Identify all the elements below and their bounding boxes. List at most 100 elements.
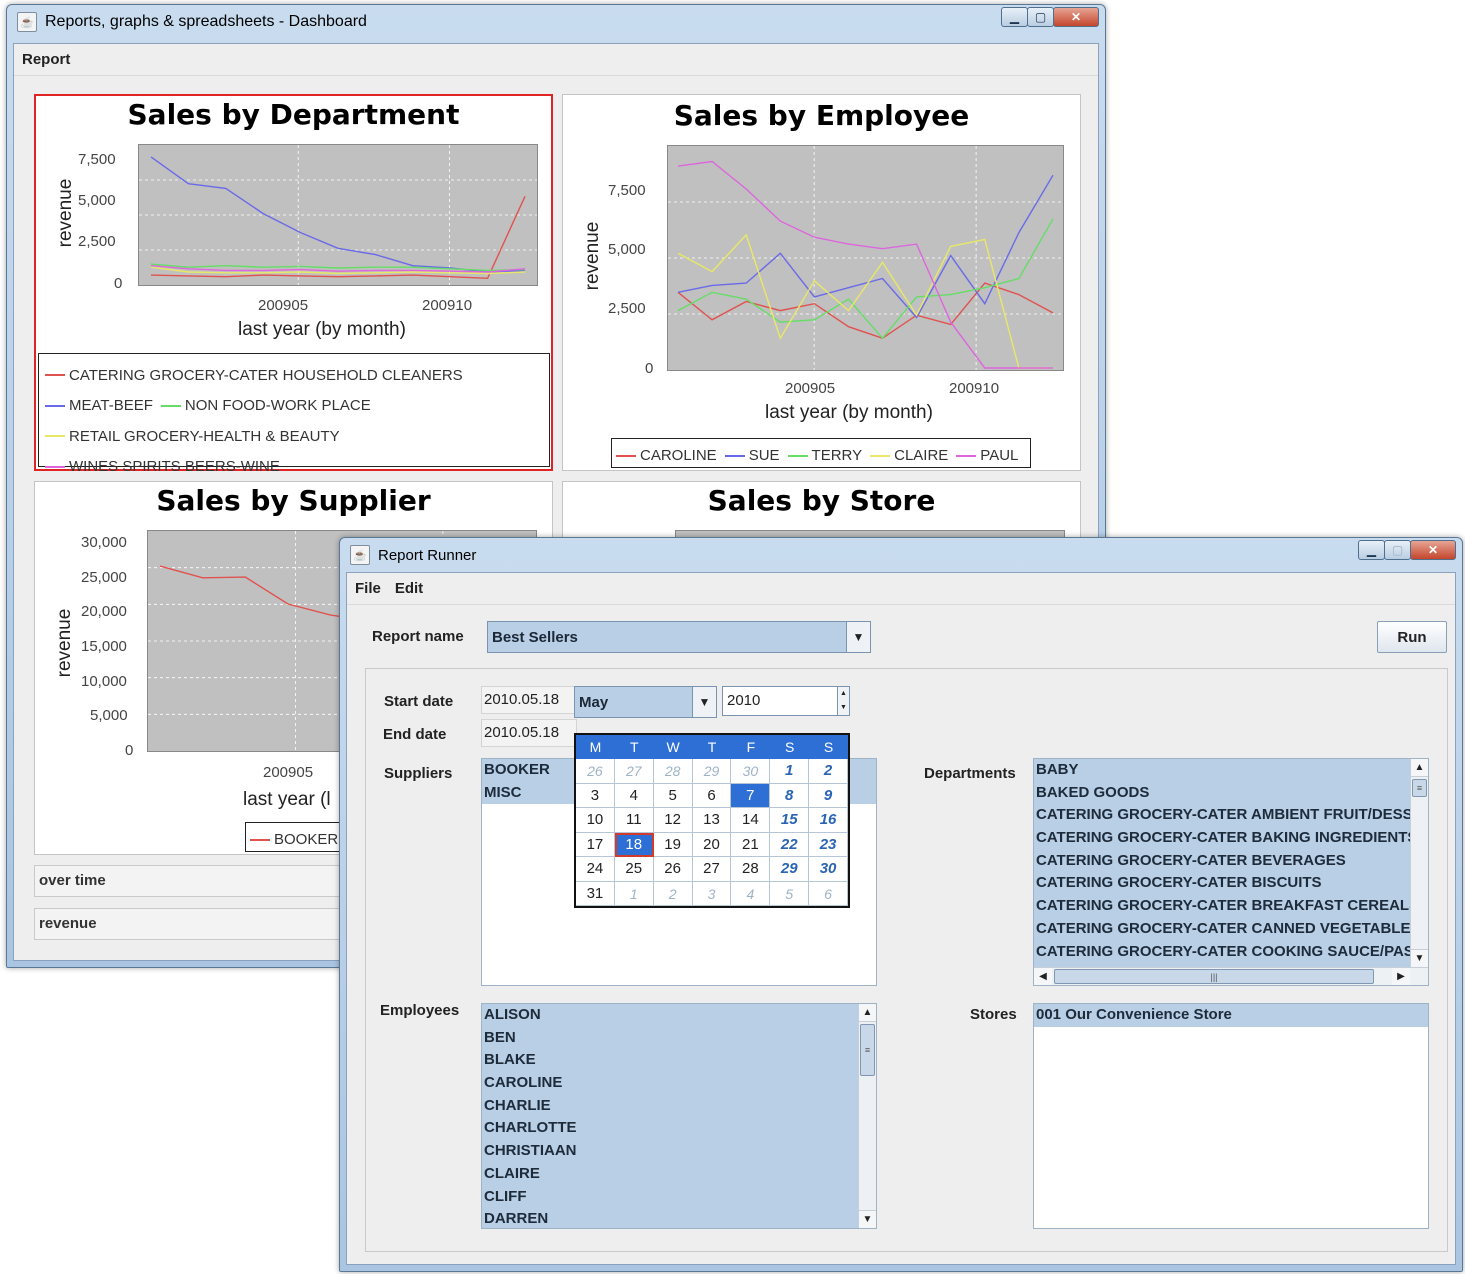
list-item[interactable]: BAKED GOODS bbox=[1034, 781, 1410, 805]
calendar-day[interactable]: 23 bbox=[809, 832, 848, 857]
calendar-day[interactable]: 17 bbox=[576, 832, 615, 857]
employees-vscroll[interactable]: ▲ ≡ ▼ bbox=[858, 1004, 876, 1228]
calendar-day-highlighted[interactable]: 7 bbox=[731, 783, 771, 808]
calendar-day[interactable]: 2 bbox=[809, 759, 848, 784]
departments-vscroll[interactable]: ▲ ≡ ▼ bbox=[1410, 759, 1428, 967]
calendar-day[interactable]: 10 bbox=[576, 808, 615, 833]
calendar-day[interactable]: 4 bbox=[614, 783, 654, 808]
calendar-day[interactable]: 29 bbox=[692, 759, 732, 784]
maximize-icon[interactable]: ▢ bbox=[1384, 540, 1411, 560]
calendar-day[interactable]: 25 bbox=[614, 857, 654, 882]
calendar-day[interactable]: 26 bbox=[576, 759, 615, 784]
calendar-day[interactable]: 3 bbox=[692, 881, 732, 906]
minimize-icon[interactable]: ▁ bbox=[1001, 7, 1028, 27]
list-item[interactable]: CAROLINE bbox=[482, 1072, 858, 1095]
departments-hscroll[interactable]: ◀ ||| ▶ bbox=[1034, 967, 1428, 985]
scroll-right-icon[interactable]: ▶ bbox=[1392, 968, 1410, 985]
calendar-day[interactable]: 13 bbox=[692, 808, 732, 833]
scroll-up-icon[interactable]: ▲ bbox=[859, 1004, 876, 1022]
calendar-day[interactable]: 29 bbox=[770, 857, 810, 882]
calendar-day[interactable]: 12 bbox=[653, 808, 693, 833]
calendar-day[interactable]: 21 bbox=[731, 832, 771, 857]
report-name-combo[interactable]: Best Sellers ▼ bbox=[487, 621, 871, 653]
scroll-thumb[interactable]: ||| bbox=[1054, 969, 1374, 984]
calendar-day[interactable]: 22 bbox=[770, 832, 810, 857]
list-item[interactable]: ALISON bbox=[482, 1004, 858, 1027]
list-item[interactable]: BEN bbox=[482, 1026, 858, 1050]
calendar-day[interactable]: 26 bbox=[653, 857, 693, 882]
list-item[interactable]: CHARLOTTE bbox=[482, 1117, 858, 1141]
scroll-thumb[interactable]: ≡ bbox=[1412, 779, 1427, 797]
calendar-day[interactable]: 27 bbox=[614, 759, 654, 784]
calendar-day[interactable]: 24 bbox=[576, 857, 615, 882]
menu-edit[interactable]: Edit bbox=[395, 580, 423, 597]
menu-file[interactable]: File bbox=[355, 580, 381, 597]
list-item[interactable]: CATERING GROCERY-CATER CANNED VEGETABLES bbox=[1034, 917, 1410, 941]
month-combo[interactable]: May ▼ bbox=[574, 686, 717, 718]
calendar-day-selected[interactable]: 18 bbox=[614, 832, 654, 857]
chevron-down-icon[interactable]: ▼ bbox=[846, 622, 870, 652]
employees-list[interactable]: ALISON BEN BLAKE CAROLINE CHARLIE CHARLO… bbox=[481, 1003, 877, 1229]
calendar-day[interactable]: 1 bbox=[614, 881, 654, 906]
list-item[interactable]: CATERING GROCERY-CATER BREAKFAST CEREALS bbox=[1034, 895, 1410, 918]
start-date-field[interactable]: 2010.05.18 bbox=[481, 686, 577, 714]
calendar-day[interactable]: 9 bbox=[809, 783, 848, 808]
dashboard-titlebar[interactable]: ☕ Reports, graphs & spreadsheets - Dashb… bbox=[7, 5, 1105, 39]
menu-report[interactable]: Report bbox=[22, 51, 70, 68]
calendar-day[interactable]: 8 bbox=[770, 783, 810, 808]
calendar-day[interactable]: 4 bbox=[731, 881, 771, 906]
calendar-day[interactable]: 15 bbox=[770, 808, 810, 833]
calendar-day[interactable]: 6 bbox=[809, 881, 848, 906]
calendar-day[interactable]: 3 bbox=[576, 783, 615, 808]
stores-list[interactable]: 001 Our Convenience Store bbox=[1033, 1003, 1429, 1229]
list-item[interactable]: DARREN bbox=[482, 1208, 858, 1228]
minimize-icon[interactable]: ▁ bbox=[1358, 540, 1385, 560]
chart-panel-department[interactable]: Sales by Department revenue 7,500 5,000 … bbox=[34, 94, 553, 475]
run-button[interactable]: Run bbox=[1377, 621, 1447, 653]
calendar-day[interactable]: 30 bbox=[731, 759, 771, 784]
chevron-down-icon[interactable]: ▼ bbox=[692, 687, 716, 717]
calendar-day[interactable]: 28 bbox=[731, 857, 771, 882]
calendar-day[interactable]: 27 bbox=[692, 857, 732, 882]
close-icon[interactable]: ✕ bbox=[1053, 7, 1099, 27]
scroll-down-icon[interactable]: ▼ bbox=[859, 1210, 876, 1228]
calendar-day[interactable]: 30 bbox=[809, 857, 848, 882]
list-item[interactable]: BLAKE bbox=[482, 1049, 858, 1073]
departments-list[interactable]: BABY BAKED GOODS CATERING GROCERY-CATER … bbox=[1033, 758, 1429, 986]
list-item[interactable]: 001 Our Convenience Store bbox=[1034, 1004, 1428, 1027]
list-item[interactable]: CLIFF bbox=[482, 1185, 858, 1209]
end-date-field[interactable]: 2010.05.18 bbox=[481, 719, 577, 747]
maximize-icon[interactable]: ▢ bbox=[1027, 7, 1054, 27]
calendar-day[interactable]: 28 bbox=[653, 759, 693, 784]
calendar-day[interactable]: 16 bbox=[809, 808, 848, 833]
close-icon[interactable]: ✕ bbox=[1410, 540, 1456, 560]
scroll-left-icon[interactable]: ◀ bbox=[1034, 968, 1052, 985]
list-item[interactable]: CATERING GROCERY-CATER COOKING SAUCE/PAS… bbox=[1034, 940, 1410, 964]
year-spinner[interactable]: 2010 ▲ ▼ bbox=[722, 686, 850, 716]
calendar-day[interactable]: 1 bbox=[770, 759, 810, 784]
chart-panel-employee[interactable]: Sales by Employee revenue 7,500 5,000 2,… bbox=[562, 94, 1081, 471]
calendar-day[interactable]: 20 bbox=[692, 832, 732, 857]
runner-titlebar[interactable]: ☕ Report Runner bbox=[340, 538, 1462, 572]
calendar-day[interactable]: 6 bbox=[692, 783, 732, 808]
calendar-day[interactable]: 19 bbox=[653, 832, 693, 857]
list-item[interactable]: CHRISTIAAN bbox=[482, 1140, 858, 1163]
list-item[interactable]: CATERING GROCERY-CATER AMBIENT FRUIT/DES… bbox=[1034, 804, 1410, 828]
calendar-day[interactable]: 31 bbox=[576, 881, 615, 906]
list-item[interactable]: CLAIRE bbox=[482, 1162, 858, 1186]
calendar-day[interactable]: 5 bbox=[770, 881, 810, 906]
list-item[interactable]: BABY bbox=[1034, 759, 1410, 782]
scroll-down-icon[interactable]: ▼ bbox=[1411, 949, 1428, 967]
list-item[interactable]: CATERING GROCERY-CATER BISCUITS bbox=[1034, 872, 1410, 896]
scroll-thumb[interactable]: ≡ bbox=[860, 1024, 875, 1076]
calendar-day[interactable]: 5 bbox=[653, 783, 693, 808]
calendar-day[interactable]: 14 bbox=[731, 808, 771, 833]
list-item[interactable]: CATERING GROCERY-CATER BEVERAGES bbox=[1034, 849, 1410, 873]
list-item[interactable]: CHARLIE bbox=[482, 1094, 858, 1118]
scroll-up-icon[interactable]: ▲ bbox=[1411, 759, 1428, 777]
spin-down-icon[interactable]: ▼ bbox=[837, 701, 849, 715]
calendar-day[interactable]: 2 bbox=[653, 881, 693, 906]
date-picker-calendar[interactable]: M T W T F S S 26 27 28 29 30 1 2 3 4 5 6 bbox=[574, 733, 850, 908]
list-item[interactable]: CATERING GROCERY-CATER BAKING INGREDIENT… bbox=[1034, 827, 1410, 850]
calendar-day[interactable]: 11 bbox=[614, 808, 654, 833]
